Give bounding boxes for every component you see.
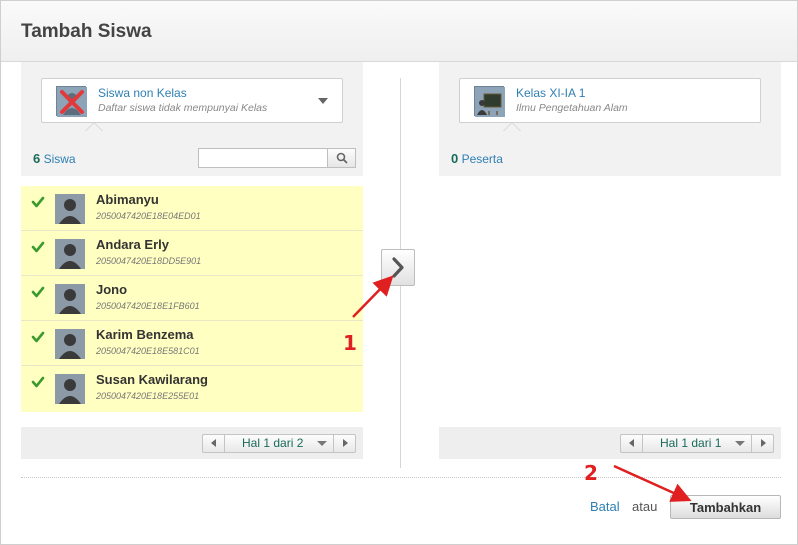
annotation-arrows <box>352 275 692 502</box>
annotation-arrow-2 <box>613 464 692 502</box>
annotation-number-2: 2 <box>584 461 598 485</box>
annotation-number-1: 1 <box>343 331 357 355</box>
add-student-dialog: Tambah Siswa Siswa non Kelas Daftar sisw… <box>0 0 798 545</box>
annotation-arrow-1 <box>352 275 394 318</box>
